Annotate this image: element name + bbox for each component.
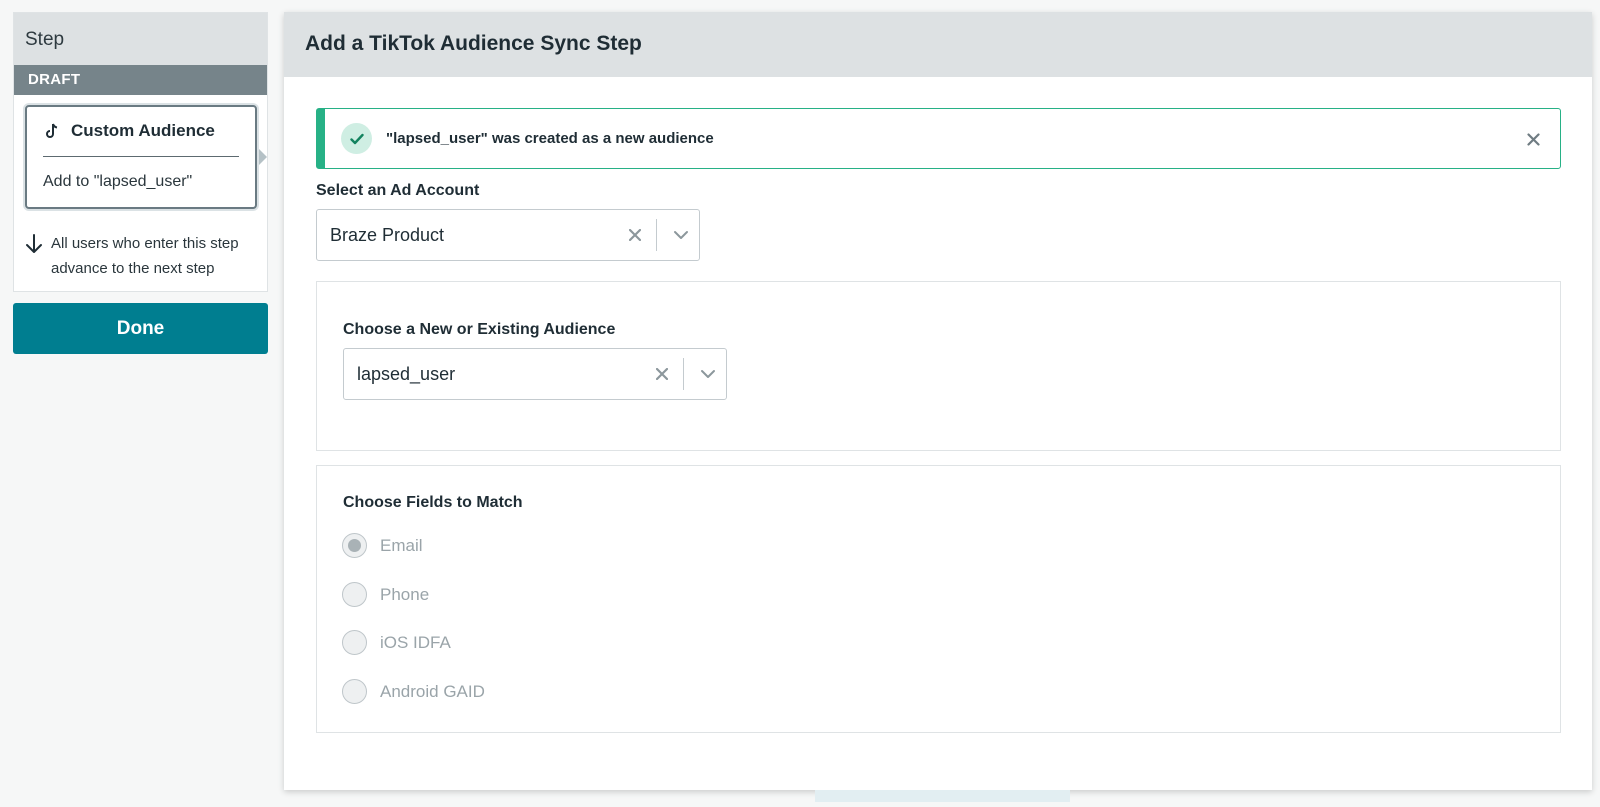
audience-sync-modal: Add a TikTok Audience Sync Step "lapsed_… — [284, 12, 1592, 790]
modal-title: Add a TikTok Audience Sync Step — [284, 12, 1592, 77]
radio-phone[interactable]: Phone — [342, 582, 429, 607]
alert-message: "lapsed_user" was created as a new audie… — [386, 130, 714, 147]
chevron-down-icon[interactable] — [663, 220, 699, 250]
radio-button[interactable] — [342, 630, 367, 655]
radio-button[interactable] — [342, 679, 367, 704]
ad-account-label: Select an Ad Account — [316, 182, 480, 199]
success-alert: "lapsed_user" was created as a new audie… — [316, 108, 1561, 169]
match-fields-label: Choose Fields to Match — [343, 494, 523, 511]
radio-android-gaid[interactable]: Android GAID — [342, 679, 485, 704]
step-card-pointer — [259, 149, 267, 165]
radio-button[interactable] — [342, 582, 367, 607]
ad-account-value: Braze Product — [330, 224, 445, 245]
chevron-down-icon[interactable] — [690, 359, 726, 389]
radio-button[interactable] — [342, 533, 367, 558]
radio-email[interactable]: Email — [342, 533, 423, 558]
audience-select[interactable]: lapsed_user — [343, 348, 727, 400]
draft-status-badge: DRAFT — [14, 65, 267, 95]
select-separator — [683, 358, 684, 390]
radio-label: Phone — [380, 584, 430, 604]
check-icon — [341, 123, 372, 154]
tiktok-icon — [45, 123, 59, 139]
radio-ios-idfa[interactable]: iOS IDFA — [342, 630, 451, 655]
step-panel: Step DRAFT Custom Audience Add to "lapse… — [13, 12, 268, 292]
radio-label: Email — [380, 535, 423, 555]
step-card-title: Custom Audience — [71, 121, 215, 140]
ad-account-select[interactable]: Braze Product — [316, 209, 700, 261]
arrow-down-icon — [25, 231, 43, 281]
step-header: Step — [14, 13, 267, 65]
step-card-title-row: Custom Audience — [27, 107, 255, 141]
background-strip — [815, 790, 1070, 802]
select-separator — [656, 219, 657, 251]
radio-label: iOS IDFA — [380, 632, 451, 652]
advance-note: All users who enter this step advance to… — [25, 231, 260, 281]
custom-audience-step-card[interactable]: Custom Audience Add to "lapsed_user" — [25, 105, 267, 209]
clear-icon[interactable] — [647, 359, 677, 389]
audience-value: lapsed_user — [357, 363, 456, 384]
radio-label: Android GAID — [380, 681, 485, 701]
done-button[interactable]: Done — [13, 303, 268, 354]
audience-label: Choose a New or Existing Audience — [343, 321, 616, 338]
step-card-subtitle: Add to "lapsed_user" — [43, 173, 193, 190]
clear-icon[interactable] — [620, 220, 650, 250]
advance-note-text: All users who enter this step advance to… — [51, 235, 239, 277]
close-icon[interactable] — [1522, 128, 1544, 150]
